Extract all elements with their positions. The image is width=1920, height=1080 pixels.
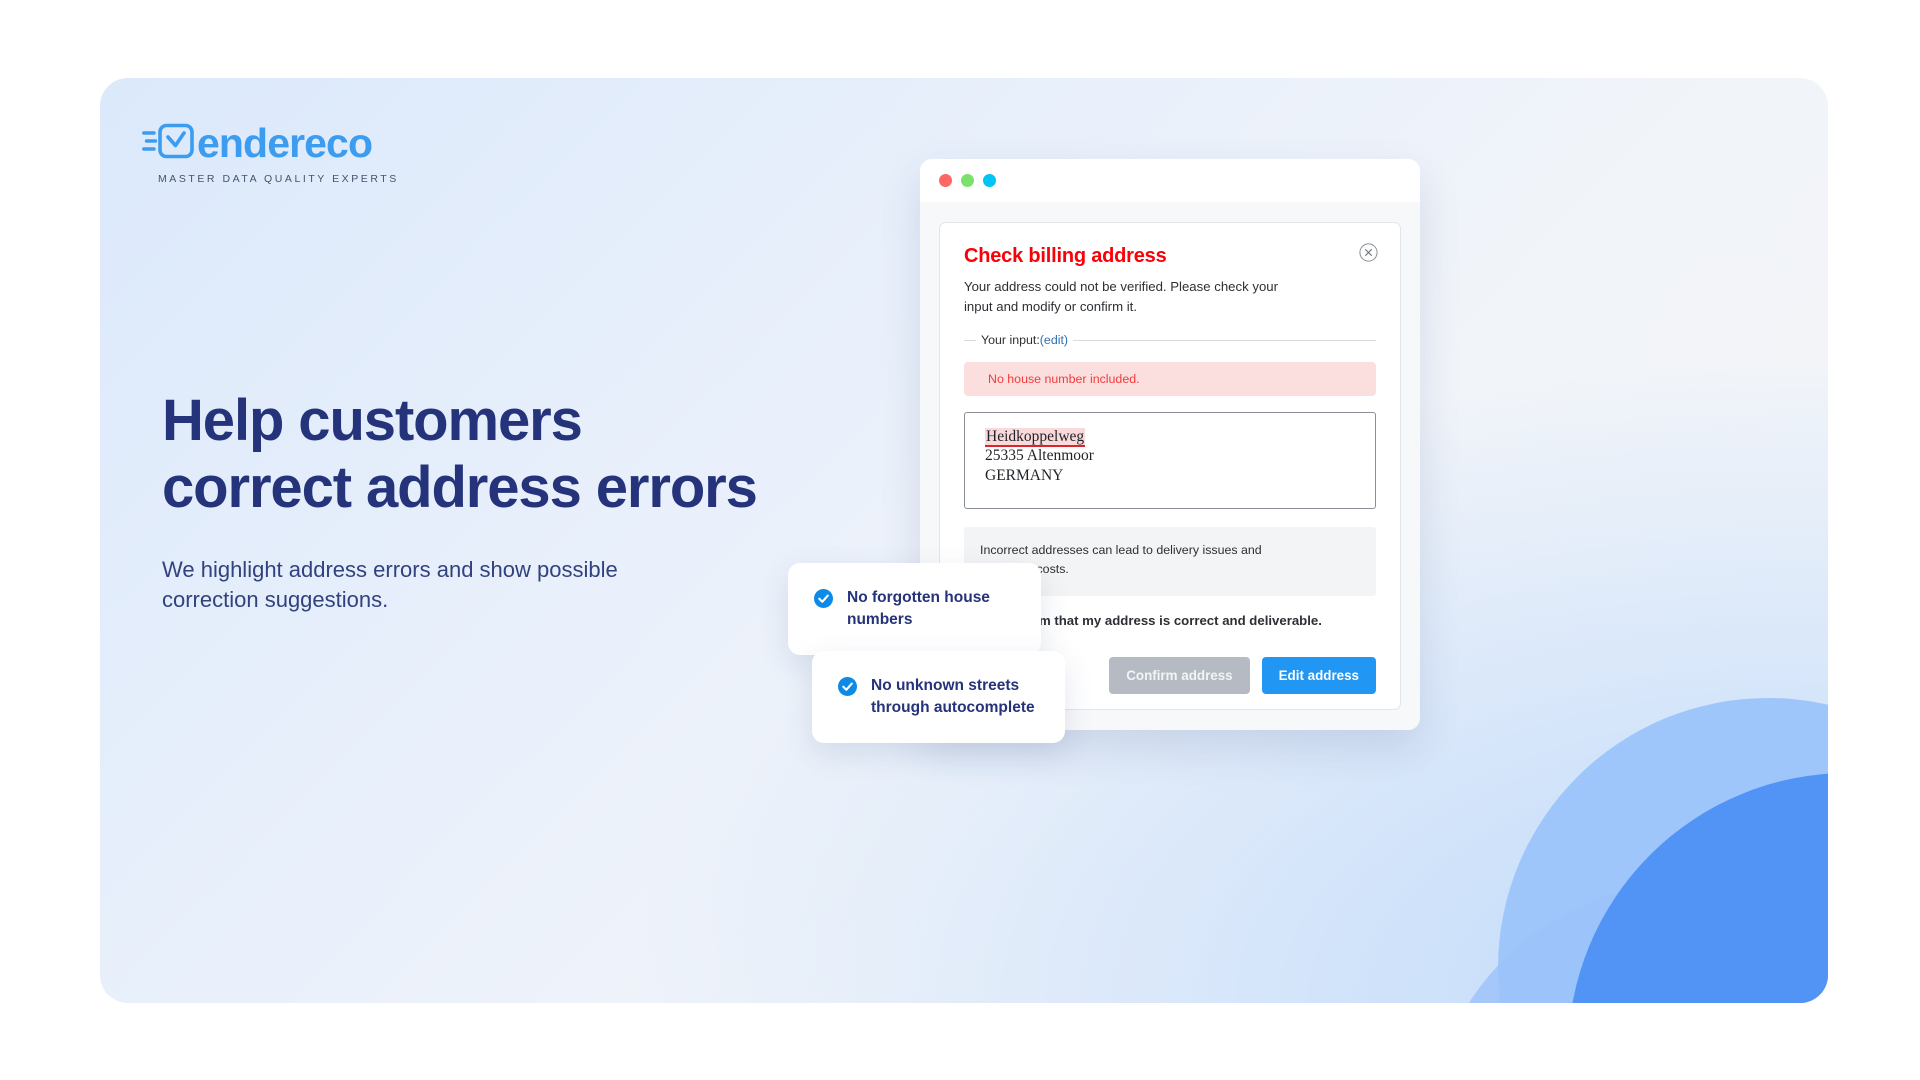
page-subtitle: We highlight address errors and show pos… [162,555,618,614]
feature-card-autocomplete: No unknown streets through autocomplete [812,651,1065,743]
subhead-line-1: We highlight address errors and show pos… [162,557,618,582]
headline-line-2: correct address errors [162,454,758,520]
headline-line-1: Help customers [162,388,583,453]
feature-card-text: No unknown streets through autocomplete [871,675,1039,719]
feature-2-line-1: No unknown streets [871,677,1020,694]
maximize-dot[interactable] [983,174,996,187]
brand-name: endereco [197,120,373,166]
checkbox-speed-icon [142,120,196,167]
modal-description-line-2: input and modify or confirm it. [964,298,1137,314]
address-country-line: GERMANY [985,467,1064,485]
close-dot[interactable] [939,174,952,187]
modal-title: Check billing address [964,245,1167,267]
info-line-1: Incorrect addresses can lead to delivery… [980,543,1262,558]
check-circle-icon [838,677,857,701]
minimize-dot[interactable] [961,174,974,187]
error-banner: No house number included. [964,361,1376,396]
feature-card-text: No forgotten house numbers [847,587,1015,631]
your-input-fieldset-legend: Your input:(edit) [964,333,1376,348]
feature-1-line-1: No forgotten house [847,589,990,606]
modal-description: Your address could not be verified. Plea… [964,277,1284,317]
edit-link[interactable]: (edit) [1040,333,1068,347]
address-city-line: 25335 Altenmoor [985,447,1094,465]
brand-tagline: MASTER DATA QUALITY EXPERTS [158,173,399,185]
edit-address-button[interactable]: Edit address [1261,656,1376,694]
feature-card-house-numbers: No forgotten house numbers [788,563,1041,655]
confirm-address-button[interactable]: Confirm address [1109,656,1250,694]
modal-description-line-1: Your address could not be verified. Plea… [964,279,1279,294]
page-title: Help customers correct address errors [162,388,758,521]
subhead-line-2: correction suggestions. [162,586,389,612]
close-circle-icon[interactable] [1359,243,1378,262]
hero-panel: endereco MASTER DATA QUALITY EXPERTS Hel… [100,78,1828,1003]
fieldset-legend-text: Your input:(edit) [976,333,1074,348]
feature-2-line-2: through autocomplete [871,699,1035,716]
confirm-checkbox-label: I confirm that my address is correct and… [995,612,1322,628]
check-circle-icon [814,589,833,613]
browser-title-bar [920,159,1420,202]
brand-logo[interactable]: endereco MASTER DATA QUALITY EXPERTS [142,120,399,185]
address-display-box: Heidkoppelweg 25335 Altenmoor GERMANY [964,411,1376,510]
feature-1-line-2: numbers [847,611,913,628]
fieldset-label: Your input: [981,333,1040,348]
address-street-error-highlight: Heidkoppelweg [985,427,1086,447]
address-street-line: Heidkoppelweg [985,427,1355,447]
